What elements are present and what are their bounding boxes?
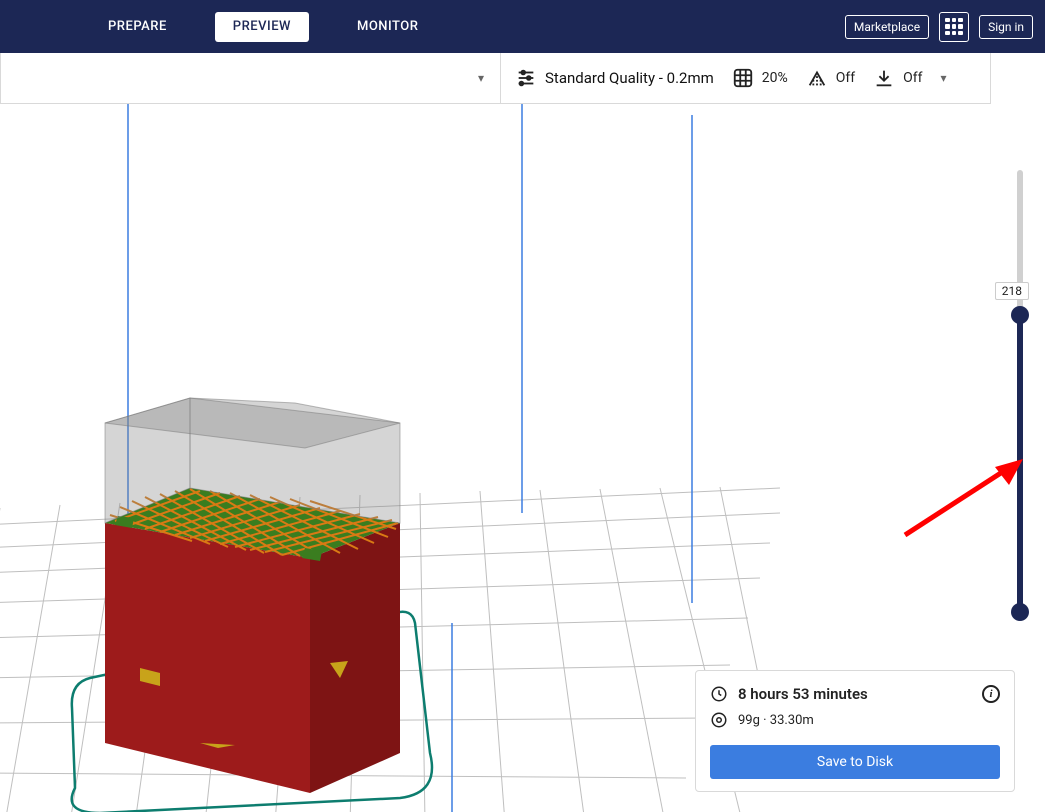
tab-preview[interactable]: PREVIEW — [215, 12, 309, 42]
support-value: Off — [836, 70, 855, 86]
infill-value: 20% — [762, 70, 788, 86]
chevron-down-icon: ▾ — [478, 71, 484, 85]
marketplace-button[interactable]: Marketplace — [845, 15, 929, 39]
quality-label: Standard Quality - 0.2mm — [545, 69, 714, 87]
slider-handle-top[interactable] — [1011, 306, 1029, 324]
sliders-icon — [515, 67, 537, 89]
support-setting: Off — [806, 67, 855, 89]
chevron-down-icon: ▾ — [941, 71, 947, 85]
material-icon — [710, 711, 728, 729]
apps-grid-icon[interactable] — [939, 12, 969, 42]
save-to-disk-button[interactable]: Save to Disk — [710, 745, 1000, 779]
adhesion-icon — [873, 67, 895, 89]
info-icon[interactable]: i — [982, 685, 1000, 703]
support-icon — [806, 67, 828, 89]
settings-bar: ▾ Standard Quality - 0.2mm 20% Off Off ▾ — [0, 53, 991, 104]
slider-handle-bottom[interactable] — [1011, 603, 1029, 621]
print-settings-dropdown[interactable]: Standard Quality - 0.2mm 20% Off Off ▾ — [501, 53, 991, 104]
printer-dropdown[interactable]: ▾ — [0, 53, 501, 104]
material-usage: 99g · 33.30m — [738, 713, 814, 728]
infill-icon — [732, 67, 754, 89]
tab-prepare[interactable]: PREPARE — [90, 12, 185, 42]
print-time: 8 hours 53 minutes — [738, 685, 868, 703]
layer-slider[interactable]: 218 — [1007, 170, 1033, 612]
signin-button[interactable]: Sign in — [979, 15, 1033, 39]
clock-icon — [710, 685, 728, 703]
app-header: PREPARE PREVIEW MONITOR Marketplace Sign… — [0, 0, 1045, 53]
print-info-panel: i 8 hours 53 minutes 99g · 33.30m Save t… — [695, 670, 1015, 792]
slider-range — [1017, 310, 1023, 612]
quality-setting: Standard Quality - 0.2mm — [515, 67, 714, 89]
slider-value-label: 218 — [995, 282, 1029, 300]
adhesion-setting: Off — [873, 67, 922, 89]
adhesion-value: Off — [903, 70, 922, 86]
infill-setting: 20% — [732, 67, 788, 89]
tab-monitor[interactable]: MONITOR — [339, 12, 436, 42]
